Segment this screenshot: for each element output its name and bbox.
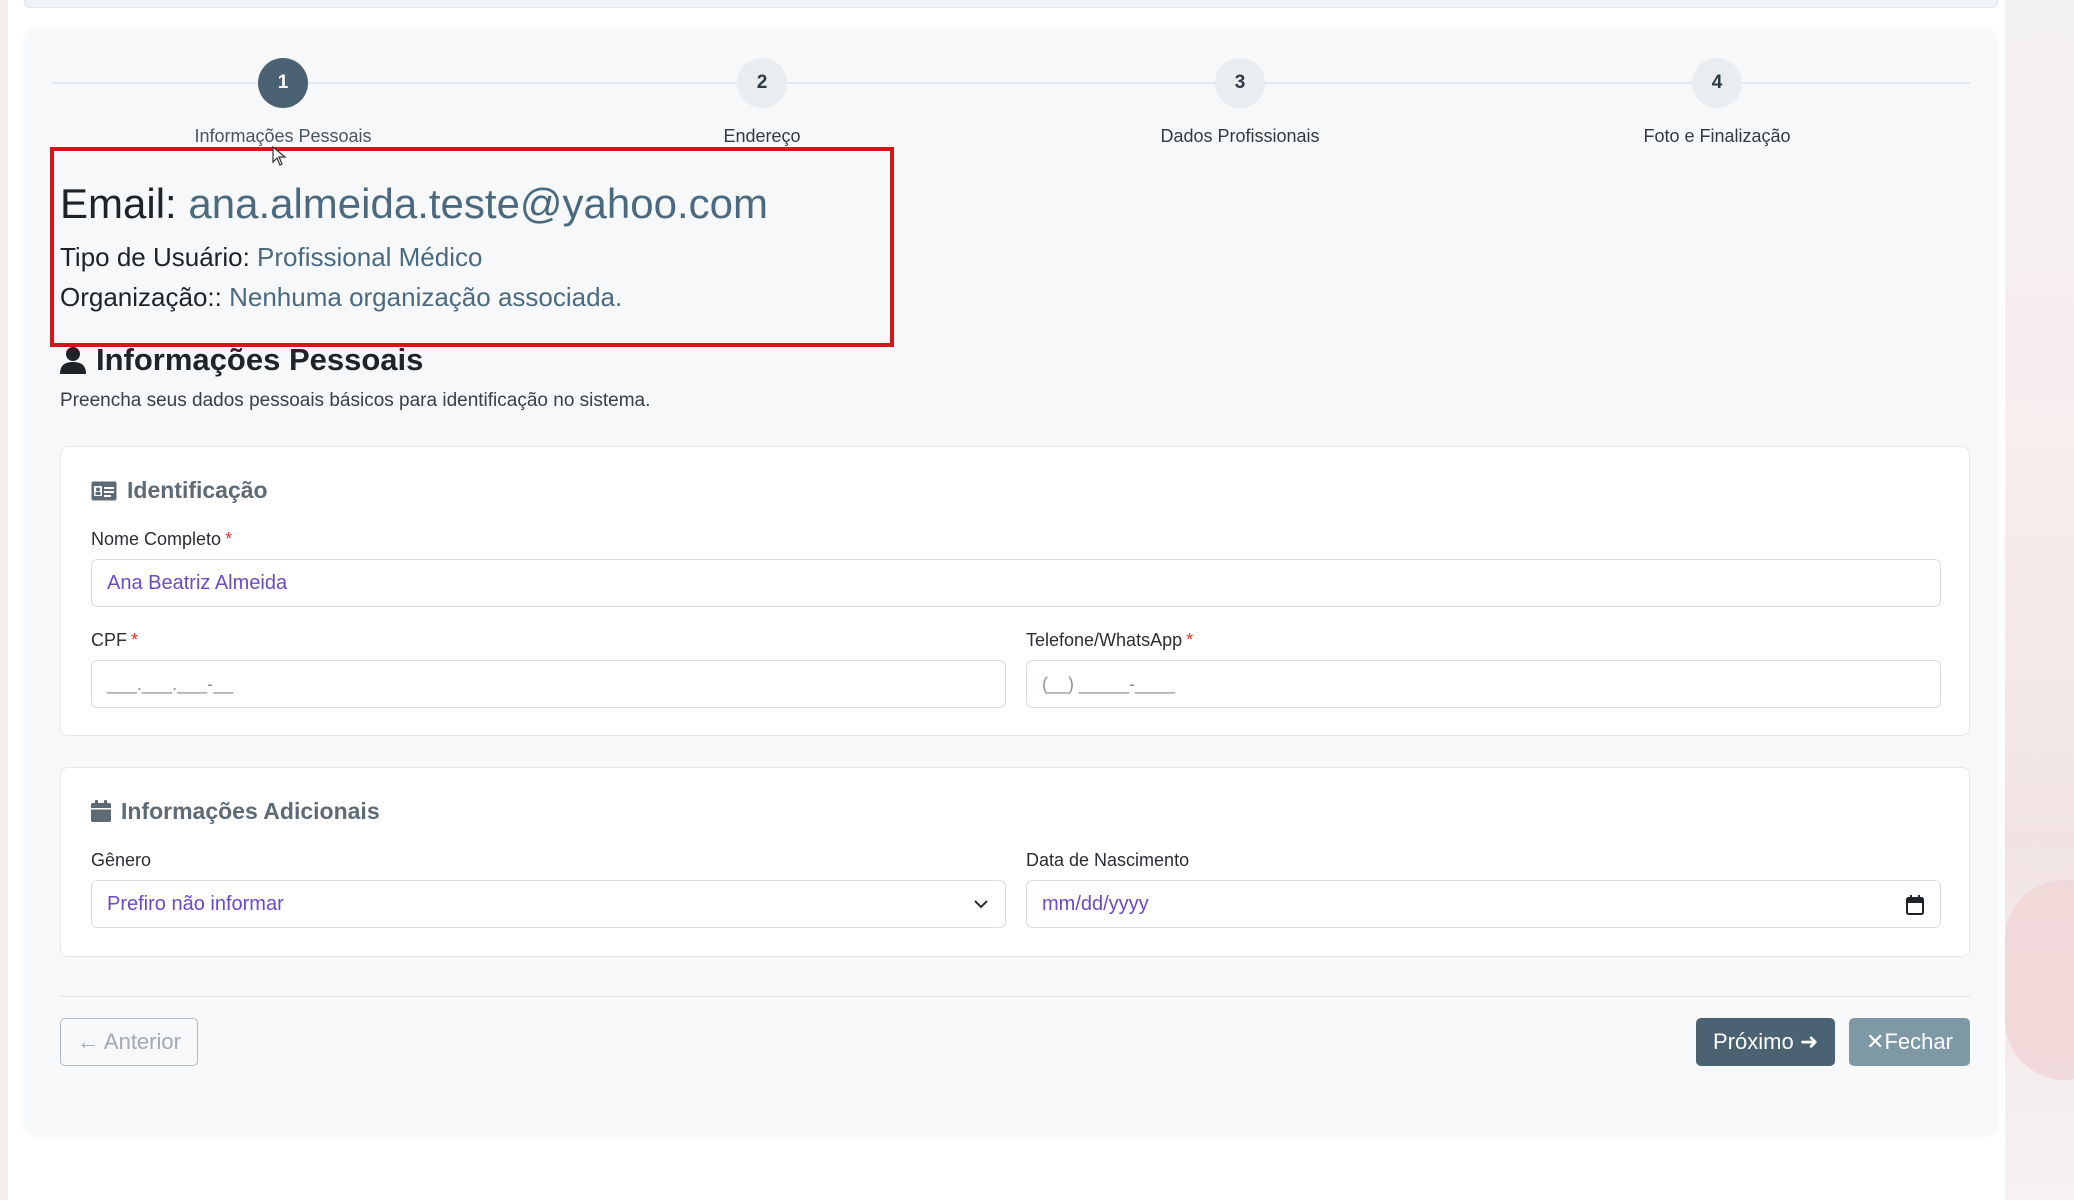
step-number: 2 — [737, 58, 787, 108]
close-button[interactable]: ✕Fechar — [1849, 1018, 1970, 1066]
nome-completo-input[interactable]: Ana Beatriz Almeida — [91, 559, 1941, 607]
arrow-left-icon: ← — [77, 1029, 99, 1054]
genero-select[interactable]: Prefiro não informar — [91, 880, 1006, 928]
calendar-icon — [91, 800, 111, 822]
background-left — [0, 0, 8, 1200]
data-nascimento-placeholder: mm/dd/yyyy — [1042, 893, 1149, 915]
genero-selected-value: Prefiro não informar — [107, 893, 284, 915]
step-3[interactable]: 3 Dados Profissionais — [1040, 58, 1440, 147]
close-button-label: Fechar — [1884, 1029, 1953, 1054]
identification-title-text: Identificação — [127, 477, 268, 503]
step-label: Dados Profissionais — [1160, 126, 1320, 146]
section-description: Preencha seus dados pessoais básicos par… — [60, 390, 651, 411]
calendar-picker-icon[interactable] — [1906, 895, 1924, 915]
top-bar — [24, 0, 1998, 8]
previous-button-label: Anterior — [103, 1029, 181, 1054]
organization-label: Organização:: — [60, 282, 222, 312]
cpf-input[interactable]: ___.___.___-__ — [91, 660, 1006, 708]
email-label: Email: — [60, 180, 177, 227]
required-mark: * — [225, 529, 233, 549]
required-mark: * — [1186, 630, 1194, 650]
user-icon — [60, 347, 86, 374]
user-type: Tipo de Usuário: Profissional Médico — [60, 242, 482, 273]
data-nascimento-input[interactable]: mm/dd/yyyy — [1026, 880, 1941, 928]
mouse-cursor-icon — [272, 146, 287, 166]
cpf-label: CPF * — [91, 630, 138, 651]
background-shape — [2005, 880, 2074, 1080]
step-label: Foto e Finalização — [1643, 126, 1791, 146]
step-4[interactable]: 4 Foto e Finalização — [1517, 58, 1917, 147]
identification-card: Identificação Nome Completo * Ana Beatriz… — [60, 446, 1970, 736]
step-label: Endereço — [723, 126, 801, 146]
chevron-down-icon — [974, 900, 988, 909]
nome-label-text: Nome Completo — [91, 529, 222, 549]
additional-info-title-text: Informações Adicionais — [121, 798, 380, 824]
additional-info-card: Informações Adicionais Gênero Prefiro nã… — [60, 767, 1970, 957]
genero-label: Gênero — [91, 850, 152, 870]
user-type-label: Tipo de Usuário: — [60, 242, 250, 272]
user-email: Email: ana.almeida.teste@yahoo.com — [60, 180, 768, 228]
organization-value: Nenhuma organização associada. — [229, 282, 623, 312]
step-1[interactable]: 1 Informações Pessoais — [83, 58, 483, 147]
step-number: 4 — [1692, 58, 1742, 108]
close-icon: ✕ — [1866, 1029, 1885, 1054]
id-card-icon — [91, 481, 117, 501]
next-button[interactable]: Próximo ➜ — [1696, 1018, 1836, 1066]
telefone-label: Telefone/WhatsApp * — [1026, 630, 1193, 651]
email-value: ana.almeida.teste@yahoo.com — [188, 180, 769, 227]
cpf-label-text: CPF — [91, 630, 127, 650]
additional-info-title: Informações Adicionais — [91, 798, 380, 825]
previous-button[interactable]: ← Anterior — [60, 1018, 198, 1066]
arrow-right-icon: ➜ — [1799, 1029, 1819, 1054]
step-label: Informações Pessoais — [194, 126, 372, 146]
section-title: Informações Pessoais — [60, 342, 423, 378]
page: 1 Informações Pessoais 2 Endereço 3 Dado… — [8, 0, 2005, 1200]
step-number: 1 — [258, 58, 308, 108]
next-button-label: Próximo — [1713, 1029, 1794, 1054]
required-mark: * — [131, 630, 139, 650]
telefone-input[interactable]: (__) _____-____ — [1026, 660, 1941, 708]
user-organization: Organização:: Nenhuma organização associ… — [60, 282, 622, 313]
nascimento-label: Data de Nascimento — [1026, 850, 1190, 870]
telefone-label-text: Telefone/WhatsApp — [1026, 630, 1183, 650]
divider — [60, 996, 1970, 997]
step-number: 3 — [1215, 58, 1265, 108]
step-2[interactable]: 2 Endereço — [562, 58, 962, 147]
background-right — [2005, 0, 2074, 1200]
user-type-value: Profissional Médico — [257, 242, 483, 272]
identification-title: Identificação — [91, 477, 268, 504]
nome-label: Nome Completo * — [91, 529, 232, 550]
section-title-text: Informações Pessoais — [96, 342, 424, 377]
